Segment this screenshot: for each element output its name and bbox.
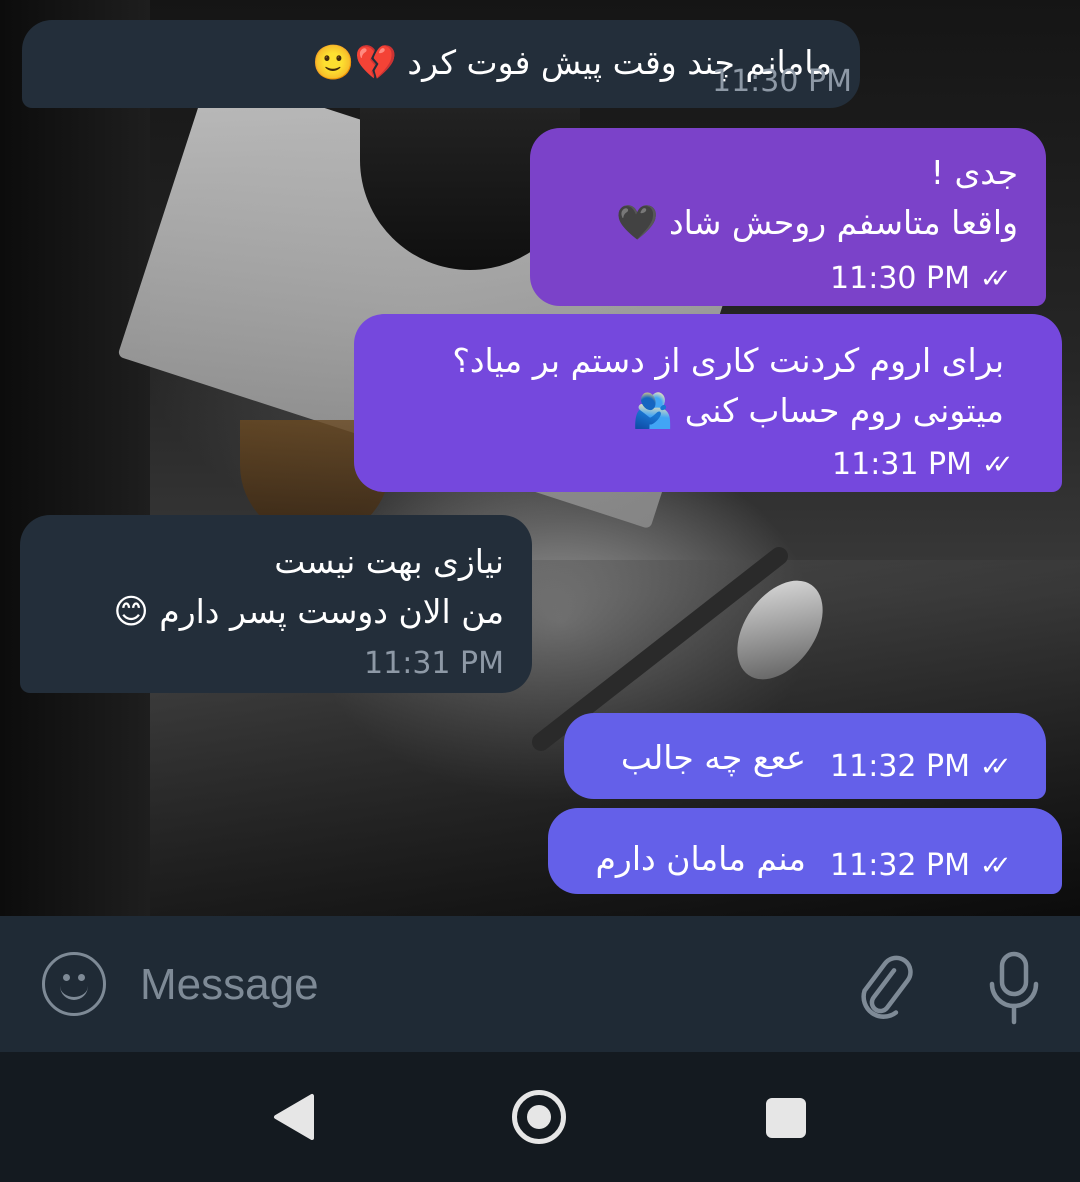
message-time: 11:32 PM xyxy=(830,749,970,784)
message-time: 11:32 PM xyxy=(830,848,970,883)
message-meta: 11:32 PM ✓✓ xyxy=(830,749,1024,784)
message-text: میتونی روم حساب کنی 🫂 xyxy=(376,386,1004,436)
message-text: برای اروم کردنت کاری از دستم بر میاد؟ xyxy=(452,341,1004,380)
system-navigation-bar xyxy=(0,1052,1080,1182)
message-text: جدی ! xyxy=(930,153,1018,192)
message-bubble-incoming[interactable]: مامانم چند وقت پیش فوت کرد 💔🙂 11:30 PM xyxy=(22,20,860,108)
smiling-face-emoji: 😊 xyxy=(113,592,149,632)
circle-home-icon[interactable] xyxy=(512,1090,566,1144)
message-bubble-outgoing[interactable]: منم مامان دارم 11:32 PM ✓✓ xyxy=(548,808,1062,894)
triangle-back-icon[interactable] xyxy=(272,1092,318,1142)
message-time: 11:30 PM xyxy=(830,261,970,296)
black-heart-emoji: 🖤 xyxy=(616,203,659,243)
message-bubble-incoming[interactable]: نیازی بهت نیست من الان دوست پسر دارم 😊 1… xyxy=(20,515,532,693)
double-check-icon: ✓✓ xyxy=(980,751,1012,782)
message-time: 11:31 PM xyxy=(832,447,972,482)
message-meta: 11:32 PM ✓✓ xyxy=(830,848,1024,883)
message-text: منم مامان دارم xyxy=(595,839,806,878)
double-check-icon: ✓✓ xyxy=(980,263,1012,294)
message-time: 11:31 PM xyxy=(364,646,504,681)
message-text: ععع چه جالب xyxy=(620,738,806,777)
broken-heart-emoji: 💔 xyxy=(354,43,397,83)
message-meta: 11:31 PM ✓✓ xyxy=(832,447,1026,482)
square-recents-icon[interactable] xyxy=(766,1098,806,1138)
message-text: نیازی بهت نیست xyxy=(274,542,504,581)
paperclip-icon[interactable] xyxy=(848,950,918,1020)
microphone-icon[interactable] xyxy=(980,950,1048,1026)
double-check-icon: ✓✓ xyxy=(980,850,1012,881)
message-text: من الان دوست پسر دارم 😊 xyxy=(42,587,504,637)
message-meta: 11:30 PM ✓✓ xyxy=(830,261,1024,296)
message-bubble-outgoing[interactable]: جدی ! واقعا متاسفم روحش شاد 🖤 11:30 PM ✓… xyxy=(530,128,1046,306)
message-text: واقعا متاسفم روحش شاد 🖤 xyxy=(552,198,1018,248)
message-bubble-outgoing[interactable]: برای اروم کردنت کاری از دستم بر میاد؟ می… xyxy=(354,314,1062,492)
message-bubble-outgoing[interactable]: ععع چه جالب 11:32 PM ✓✓ xyxy=(564,713,1046,799)
message-time: 11:30 PM xyxy=(712,64,852,99)
slight-smile-emoji: 🙂 xyxy=(312,43,355,83)
hug-emoji: 🫂 xyxy=(631,391,675,431)
double-check-icon: ✓✓ xyxy=(982,449,1014,480)
message-composer xyxy=(0,916,1080,1052)
smiley-face-icon[interactable] xyxy=(42,952,106,1016)
message-input[interactable] xyxy=(138,952,822,1018)
